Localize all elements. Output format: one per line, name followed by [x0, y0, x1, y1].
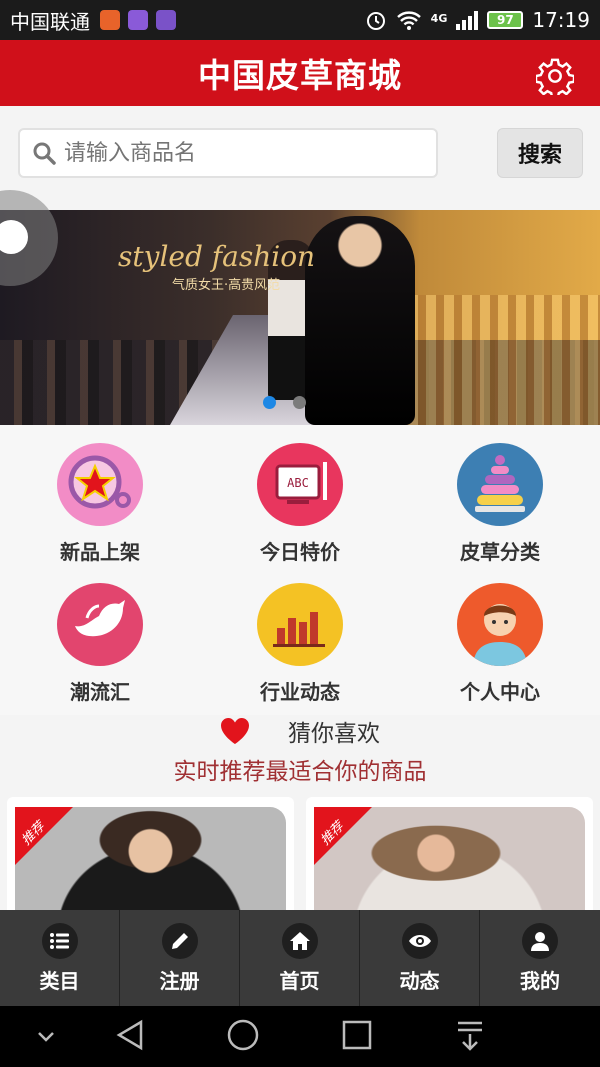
heart-icon [221, 718, 249, 744]
product-card[interactable]: 推荐 [306, 797, 593, 917]
nav-activity[interactable]: 动态 [360, 910, 480, 1006]
wifi-icon [396, 11, 421, 30]
category-fur-types[interactable]: 皮草分类 [400, 425, 600, 565]
search-button[interactable]: 搜索 [497, 128, 583, 178]
list-icon [41, 922, 78, 959]
category-label: 新品上架 [60, 540, 140, 564]
recommend-section-header: 猜你喜欢 实时推荐最适合你的商品 [0, 712, 600, 792]
signal-icon [456, 10, 479, 30]
nav-label: 类目 [39, 968, 80, 993]
recommend-title: 猜你喜欢 [288, 721, 380, 747]
banner-headline: styled fashion [118, 240, 316, 273]
battery-icon: 97 [487, 11, 524, 29]
nav-label: 注册 [159, 968, 200, 993]
carousel-dot-active[interactable] [263, 396, 276, 409]
star-toy-icon [57, 443, 143, 526]
abc-board-icon: ABC [257, 443, 343, 526]
nav-home[interactable]: 首页 [240, 910, 360, 1006]
nav-label: 动态 [399, 968, 440, 993]
recommend-subtitle: 实时推荐最适合你的商品 [173, 759, 427, 785]
svg-text:ABC: ABC [287, 476, 309, 490]
network-type: 4G [430, 12, 448, 25]
status-bar: 中国联通 4G 97 17:19 [0, 0, 600, 40]
eye-icon [401, 922, 438, 959]
search-bar: 搜索 [0, 106, 600, 206]
nav-label: 首页 [279, 968, 320, 993]
app-screen: 中国联通 4G 97 17:19 中国皮草商城 搜索 [0, 0, 600, 1067]
page-title: 中国皮草商城 [198, 56, 402, 95]
category-label: 皮草分类 [460, 540, 540, 564]
user-icon [522, 922, 558, 959]
carrier-name: 中国联通 [10, 9, 90, 34]
category-daily-deals[interactable]: ABC 今日特价 [200, 425, 400, 565]
bottom-nav: 类目 注册 首页 动态 我的 [0, 910, 600, 1006]
nav-label: 我的 [520, 968, 560, 993]
category-trends[interactable]: 潮流汇 [0, 565, 200, 705]
category-label: 行业动态 [260, 680, 340, 704]
category-personal-center[interactable]: 个人中心 [400, 565, 600, 705]
category-label: 个人中心 [460, 680, 540, 704]
ring-stack-icon [457, 443, 543, 526]
alarm-icon [366, 12, 385, 30]
bird-icon [57, 583, 143, 666]
product-list: 推荐 推荐 [0, 795, 600, 917]
recent-apps-icon[interactable] [340, 1018, 374, 1052]
category-label: 今日特价 [260, 540, 340, 564]
product-card[interactable]: 推荐 [7, 797, 294, 917]
pencil-icon [161, 922, 198, 959]
clock: 17:19 [532, 8, 590, 32]
banner-model-fur-coat [305, 216, 415, 425]
keyboard-app-icon [156, 10, 176, 30]
search-icon [33, 142, 56, 165]
banner-subtitle: 气质女王·高贵风范 [172, 278, 281, 293]
category-label: 潮流汇 [70, 680, 130, 704]
search-box[interactable] [18, 128, 438, 178]
home-icon [281, 922, 318, 959]
status-indicators: 4G 97 17:19 [365, 8, 590, 32]
search-input[interactable] [64, 140, 394, 166]
bar-chart-icon [257, 583, 343, 666]
carousel-indicator [0, 396, 600, 410]
back-icon[interactable] [113, 1018, 147, 1052]
gallery-app-icon [128, 10, 148, 30]
system-nav-bar [0, 1006, 600, 1067]
app-header: 中国皮草商城 [0, 40, 600, 106]
nav-categories[interactable]: 类目 [0, 910, 120, 1006]
home-circle-icon[interactable] [226, 1018, 260, 1052]
notification-pull-icon[interactable] [455, 1018, 485, 1052]
category-new-arrivals[interactable]: 新品上架 [0, 425, 200, 565]
carousel-dot[interactable] [293, 396, 306, 409]
nav-mine[interactable]: 我的 [480, 910, 600, 1006]
category-grid: 新品上架 ABC 今日特价 皮草分类 潮流汇 行业动态 个人中心 [0, 425, 600, 715]
gear-icon[interactable] [536, 57, 574, 95]
weibo-app-icon [100, 10, 120, 30]
chevron-down-icon[interactable] [36, 1030, 56, 1044]
category-industry-news[interactable]: 行业动态 [200, 565, 400, 705]
person-avatar-icon [457, 583, 543, 666]
nav-register[interactable]: 注册 [120, 910, 240, 1006]
banner-carousel[interactable]: styled fashion 气质女王·高贵风范 [0, 210, 600, 425]
